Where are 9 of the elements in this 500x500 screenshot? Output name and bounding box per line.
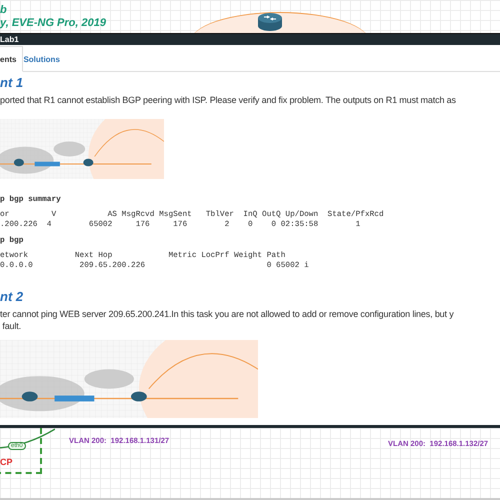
task-heading: nt 2 (0, 289, 24, 304)
dialog-title: Lab1 (0, 35, 19, 44)
tab[interactable]: Solutions (23, 55, 70, 71)
task-description: ported that R1 cannot establish BGP peering with ISP. Please verify and fix problem. The outputs on R1 must match as (0, 94, 456, 106)
tab[interactable]: ents (0, 46, 24, 72)
zone-label: CP (0, 457, 13, 467)
task-heading: nt 1 (0, 75, 24, 90)
canvas-caption: b (0, 4, 8, 17)
task-description: ter cannot ping WEB server 209.65.200.241.In this task you are not allowed to add or remove configuration lines, but y fault. (0, 308, 454, 332)
